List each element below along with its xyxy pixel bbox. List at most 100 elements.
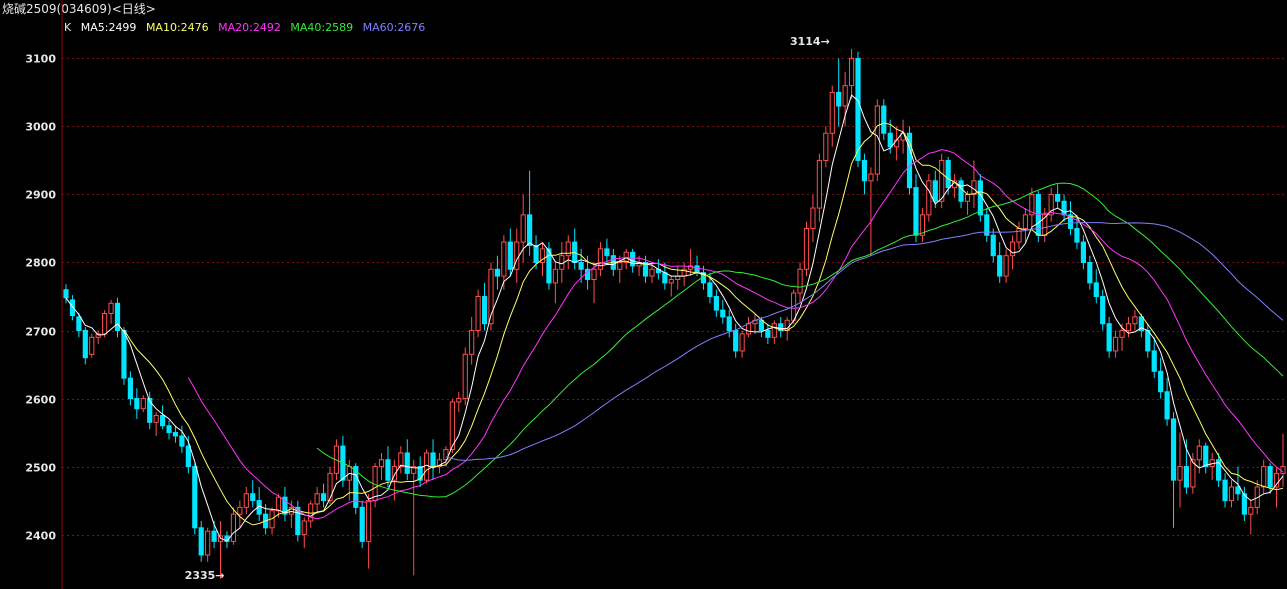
candle-body-down <box>198 527 204 556</box>
candle-body-down <box>713 295 719 311</box>
candle-body-down <box>733 330 739 352</box>
candle-body-up <box>823 132 829 161</box>
candle-body-down <box>1267 466 1273 488</box>
candle-body-up <box>1177 466 1183 481</box>
candle-body-up <box>378 459 385 468</box>
candle-body-down <box>1151 350 1157 372</box>
candle-body-up <box>366 500 372 542</box>
candle-body-down <box>172 432 179 437</box>
y-tick-label: 2900 <box>25 189 56 202</box>
candle-body-down <box>63 289 69 299</box>
candle-body-down <box>1235 486 1241 495</box>
candle-body-down <box>494 268 501 277</box>
candle-body-up <box>810 207 816 229</box>
candle-body-down <box>1170 418 1177 481</box>
candle-body-up <box>1022 214 1029 229</box>
candle-body-up <box>1132 316 1138 325</box>
y-tick-label: 2800 <box>25 257 56 270</box>
candle-body-up <box>868 173 874 182</box>
candle-body-up <box>739 333 745 352</box>
candle-body-down <box>958 180 964 202</box>
candle-body-up <box>237 506 243 515</box>
candle-body-down <box>990 234 996 257</box>
candle-body-down <box>159 415 166 427</box>
candle-body-down <box>134 398 140 410</box>
candle-body-down <box>82 330 88 359</box>
candle-body-down <box>1183 466 1190 488</box>
candle-body-down <box>527 214 533 246</box>
candle-body-down <box>1106 323 1112 352</box>
candle-body-up <box>102 313 108 335</box>
candle-body-up <box>829 91 835 134</box>
candle-body-up <box>1016 227 1022 243</box>
candle-body-down <box>1087 261 1093 284</box>
candle-body-down <box>127 377 133 400</box>
y-tick-label: 3000 <box>25 121 56 134</box>
candle-body-up <box>243 493 249 508</box>
candle-body-up <box>1248 506 1254 515</box>
candle-body-down <box>604 248 610 257</box>
candle-body-up <box>140 398 146 410</box>
candle-body-down <box>114 302 121 332</box>
candle-body-down <box>1164 391 1170 420</box>
candlestick-chart[interactable]: 2400 2500 2600 2700 2800 2900 3000 3100 3114→ 233… <box>0 0 1287 589</box>
candle-body-up <box>797 268 803 294</box>
candle-body-down <box>1074 227 1080 243</box>
candle-body-up <box>153 415 159 423</box>
ma-line-ma60 <box>445 222 1284 461</box>
candle-body-down <box>121 330 127 379</box>
candle-body-down <box>166 425 172 434</box>
candle-body-up <box>771 323 777 338</box>
candle-body-down <box>578 261 584 270</box>
candle-body-up <box>89 336 95 355</box>
candle-body-up <box>926 180 932 216</box>
candle-body-down <box>720 309 726 318</box>
candle-body-up <box>1228 486 1235 502</box>
candle-body-down <box>861 159 868 182</box>
candle-body-down <box>1061 200 1067 216</box>
candle-body-down <box>945 159 951 189</box>
candle-body-down <box>997 255 1003 277</box>
candle-body-up <box>1009 241 1016 257</box>
candle-body-up <box>552 268 558 284</box>
candle-body-up <box>314 493 320 505</box>
y-tick-label: 2600 <box>25 394 56 407</box>
candle-body-up <box>894 139 900 148</box>
candle-body-up <box>275 496 282 512</box>
candle-body-down <box>758 319 765 332</box>
candle-body-up <box>423 452 430 481</box>
candle-body-up <box>520 214 526 243</box>
candle-body-down <box>694 265 700 274</box>
candle-body-up <box>449 401 455 451</box>
candle-body-up <box>1280 466 1286 474</box>
candle-body-down <box>1100 295 1106 325</box>
candle-body-up <box>842 85 848 107</box>
candle-body-up <box>514 241 520 270</box>
candle-body-up <box>108 302 114 314</box>
candle-body-up <box>803 227 810 270</box>
candle-body-up <box>1119 330 1125 338</box>
candle-body-down <box>179 435 185 447</box>
candle-body-down <box>359 506 365 542</box>
candle-body-down <box>1222 479 1228 502</box>
y-tick-label: 2500 <box>25 462 56 475</box>
candle-body-up <box>462 353 468 400</box>
candle-body-down <box>726 316 732 332</box>
candle-body-up <box>230 513 237 542</box>
candle-body-down <box>765 330 771 338</box>
candle-body-up <box>475 295 481 332</box>
candle-body-up <box>1112 336 1119 352</box>
candle-body-down <box>507 241 513 270</box>
candle-body-down <box>76 316 82 332</box>
candle-body-up <box>1003 255 1009 277</box>
candle-body-up <box>649 268 655 277</box>
candle-body-down <box>1093 282 1099 297</box>
candle-body-down <box>1080 241 1086 263</box>
candle-body-up <box>205 530 211 556</box>
y-tick-label: 2700 <box>25 326 56 339</box>
candle-body-down <box>211 530 217 542</box>
high-price-annotation: 3114→ <box>790 35 830 48</box>
candle-body-up <box>469 330 475 355</box>
candle-body-down <box>836 91 842 107</box>
candle-body-down <box>855 57 861 161</box>
